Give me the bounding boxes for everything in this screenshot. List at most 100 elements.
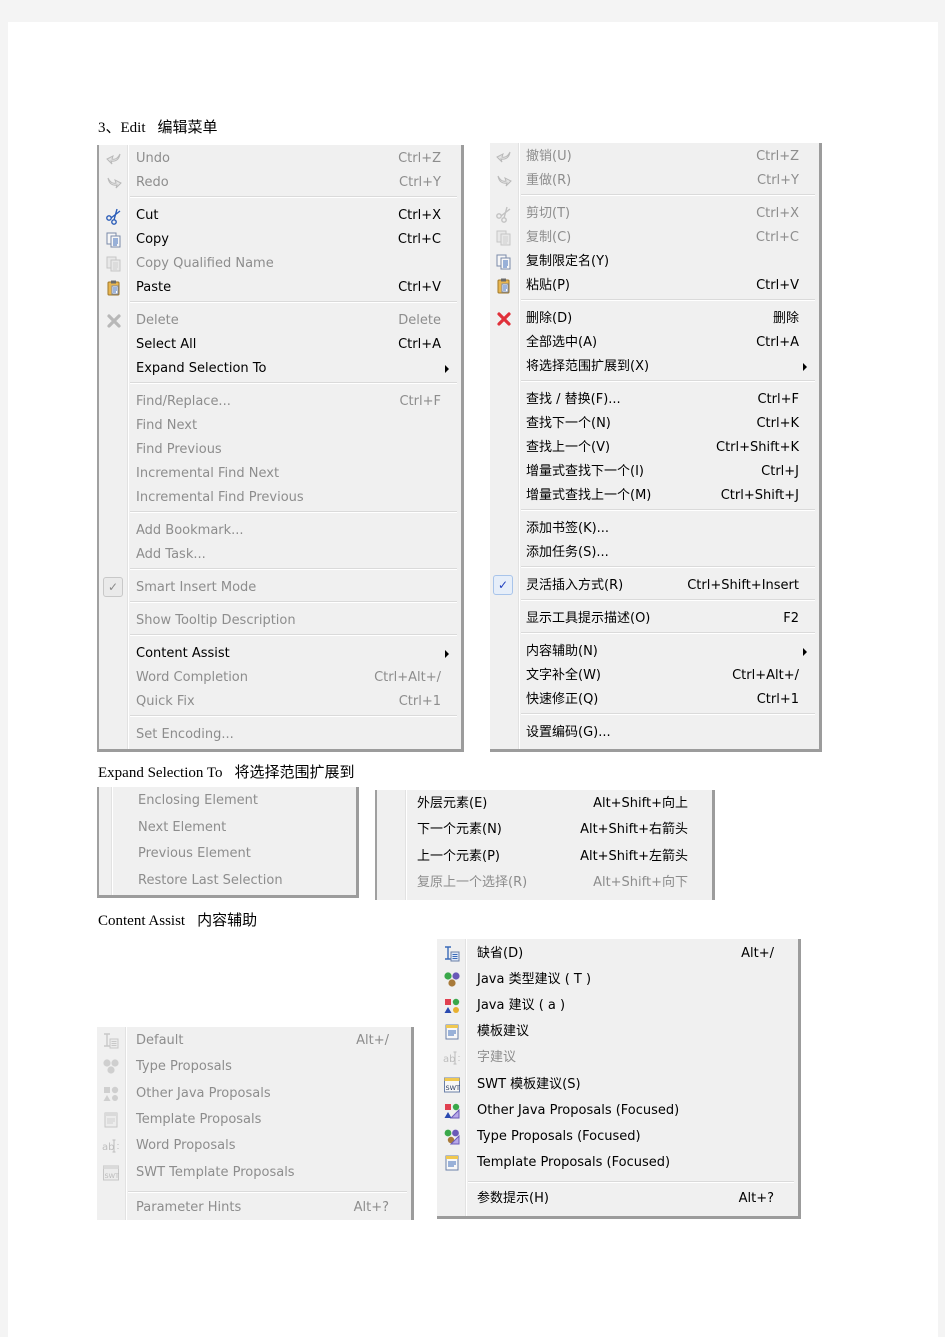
menu-item[interactable]: 参数提示(H) Alt+? <box>437 1187 798 1211</box>
menu-item[interactable]: 重做(R) Ctrl+Y <box>490 169 819 193</box>
menu-item[interactable]: Find Previous <box>99 438 461 462</box>
menu-item[interactable]: 添加书签(K)... <box>490 517 819 541</box>
menu-item[interactable]: 增量式查找上一个(M) Ctrl+Shift+J <box>490 484 819 508</box>
expand-selection-menu-english: Enclosing Element Next Element Previous El… <box>97 787 359 898</box>
menu-item-label: 文字补全(W) <box>526 668 601 683</box>
menu-item[interactable]: ab 字建议 <box>437 1046 798 1070</box>
menu-item[interactable]: 查找上一个(V) Ctrl+Shift+K <box>490 436 819 460</box>
menu-item[interactable]: 复原上一个选择(R) Alt+Shift+向下 <box>377 871 712 895</box>
menu-item[interactable]: Delete Delete <box>99 309 461 333</box>
menu-item[interactable]: Other Java Proposals <box>97 1082 411 1106</box>
menu-item[interactable]: Content Assist <box>99 642 461 666</box>
menu-item[interactable]: 外层元素(E) Alt+Shift+向上 <box>377 792 712 816</box>
menu-item[interactable]: Expand Selection To <box>99 357 461 381</box>
menu-item[interactable]: 删除(D) 删除 <box>490 307 819 331</box>
copy-qualified-name-icon <box>495 253 513 271</box>
menu-item[interactable]: Parameter Hints Alt+? <box>97 1196 411 1220</box>
menu-item[interactable]: 复制限定名(Y) <box>490 250 819 274</box>
menu-item[interactable]: Other Java Proposals (Focused) <box>437 1099 798 1123</box>
menu-item[interactable]: 将选择范围扩展到(X) <box>490 355 819 379</box>
menu-item[interactable]: Incremental Find Next <box>99 462 461 486</box>
menu-item[interactable]: ✓ Smart Insert Mode <box>99 576 461 600</box>
menu-item[interactable]: 模板建议 <box>437 1020 798 1044</box>
menu-item-shortcut: Alt+Shift+右箭头 <box>580 822 688 837</box>
menu-item[interactable]: Paste Ctrl+V <box>99 276 461 300</box>
menu-item-shortcut: Ctrl+Z <box>756 149 799 164</box>
menu-item-shortcut: Ctrl+Z <box>398 151 441 166</box>
menu-item[interactable]: Java 建议 ( a ) <box>437 994 798 1018</box>
menu-item[interactable]: 快速修正(Q) Ctrl+1 <box>490 688 819 712</box>
menu-item[interactable]: Type Proposals <box>97 1055 411 1079</box>
java-proposals-focused-icon <box>443 1102 461 1120</box>
menu-item[interactable]: Cut Ctrl+X <box>99 204 461 228</box>
default-proposals-icon <box>102 1032 120 1050</box>
expand-selection-menu-chinese: 外层元素(E) Alt+Shift+向上下一个元素(N) Alt+Shift+右箭头… <box>375 790 715 900</box>
menu-item[interactable]: 内容辅助(N) <box>490 640 819 664</box>
menu-item[interactable]: ✓ 灵活插入方式(R) Ctrl+Shift+Insert <box>490 574 819 598</box>
menu-item-label: 复原上一个选择(R) <box>417 875 528 890</box>
menu-item[interactable]: 显示工具提示描述(O) F2 <box>490 607 819 631</box>
menu-item[interactable]: Select All Ctrl+A <box>99 333 461 357</box>
menu-item-label: 查找下一个(N) <box>526 416 611 431</box>
menu-item-shortcut: Ctrl+V <box>398 280 441 295</box>
menu-item[interactable]: Show Tooltip Description <box>99 609 461 633</box>
menu-item[interactable]: Next Element <box>99 816 356 840</box>
menu-item[interactable]: ab Word Proposals <box>97 1134 411 1158</box>
menu-item-shortcut: F2 <box>783 611 799 626</box>
menu-item[interactable]: 缺省(D) Alt+/ <box>437 942 798 966</box>
menu-item-shortcut: Ctrl+Shift+Insert <box>687 578 799 593</box>
menu-item-label: Word Proposals <box>136 1138 236 1153</box>
menu-item[interactable]: Incremental Find Previous <box>99 486 461 510</box>
menu-item[interactable]: Copy Qualified Name <box>99 252 461 276</box>
menu-item[interactable]: Add Bookmark... <box>99 519 461 543</box>
menu-item[interactable]: SWT SWT Template Proposals <box>97 1161 411 1185</box>
menu-item[interactable]: Template Proposals <box>97 1108 411 1132</box>
menu-item[interactable]: Find Next <box>99 414 461 438</box>
java-proposals-icon <box>102 1085 120 1103</box>
menu-item[interactable]: 粘贴(P) Ctrl+V <box>490 274 819 298</box>
menu-separator <box>521 599 815 601</box>
menu-item-label: 将选择范围扩展到(X) <box>526 359 650 374</box>
menu-item[interactable]: 设置编码(G)... <box>490 721 819 745</box>
menu-item[interactable]: Undo Ctrl+Z <box>99 147 461 171</box>
cut-icon <box>495 205 513 223</box>
menu-item[interactable]: 上一个元素(P) Alt+Shift+左箭头 <box>377 845 712 869</box>
menu-item[interactable]: Quick Fix Ctrl+1 <box>99 690 461 714</box>
menu-item[interactable]: 文字补全(W) Ctrl+Alt+/ <box>490 664 819 688</box>
menu-item[interactable]: 剪切(T) Ctrl+X <box>490 202 819 226</box>
menu-item[interactable]: Add Task... <box>99 543 461 567</box>
menu-item[interactable]: Previous Element <box>99 842 356 866</box>
menu-item[interactable]: Java 类型建议 ( T ) <box>437 968 798 992</box>
menu-item-label: 上一个元素(P) <box>417 849 500 864</box>
menu-item-label: 下一个元素(N) <box>417 822 502 837</box>
heading-expand-selection: Expand Selection To 将选择范围扩展到 <box>98 761 355 782</box>
menu-item[interactable]: 复制(C) Ctrl+C <box>490 226 819 250</box>
menu-item[interactable]: 全部选中(A) Ctrl+A <box>490 331 819 355</box>
menu-item[interactable]: Default Alt+/ <box>97 1029 411 1053</box>
type-proposals-icon <box>102 1058 120 1076</box>
menu-item[interactable]: 添加任务(S)... <box>490 541 819 565</box>
menu-item[interactable]: 撤销(U) Ctrl+Z <box>490 145 819 169</box>
menu-item[interactable]: Set Encoding... <box>99 723 461 747</box>
menu-item[interactable]: Find/Replace... Ctrl+F <box>99 390 461 414</box>
menu-item-label: Find Previous <box>136 442 222 457</box>
menu-item[interactable]: 增量式查找下一个(I) Ctrl+J <box>490 460 819 484</box>
menu-item[interactable]: 查找下一个(N) Ctrl+K <box>490 412 819 436</box>
menu-item[interactable]: Redo Ctrl+Y <box>99 171 461 195</box>
menu-item[interactable]: 下一个元素(N) Alt+Shift+右箭头 <box>377 818 712 842</box>
menu-item[interactable]: SWT SWT 模板建议(S) <box>437 1073 798 1097</box>
menu-item[interactable]: Type Proposals (Focused) <box>437 1125 798 1149</box>
template-proposals-icon <box>102 1111 120 1129</box>
menu-item[interactable]: Enclosing Element <box>99 789 356 813</box>
menu-item-label: Paste <box>136 280 172 295</box>
menu-item[interactable]: Restore Last Selection <box>99 869 356 893</box>
menu-item[interactable]: Word Completion Ctrl+Alt+/ <box>99 666 461 690</box>
menu-item-label: 添加任务(S)... <box>526 545 609 560</box>
submenu-arrow-icon <box>445 650 449 658</box>
menu-item-label: Type Proposals (Focused) <box>477 1129 641 1144</box>
menu-item-label: Previous Element <box>138 846 251 861</box>
menu-item[interactable]: Copy Ctrl+C <box>99 228 461 252</box>
menu-item-label: Default <box>136 1033 184 1048</box>
menu-item[interactable]: 查找 / 替换(F)... Ctrl+F <box>490 388 819 412</box>
menu-item[interactable]: Template Proposals (Focused) <box>437 1151 798 1175</box>
